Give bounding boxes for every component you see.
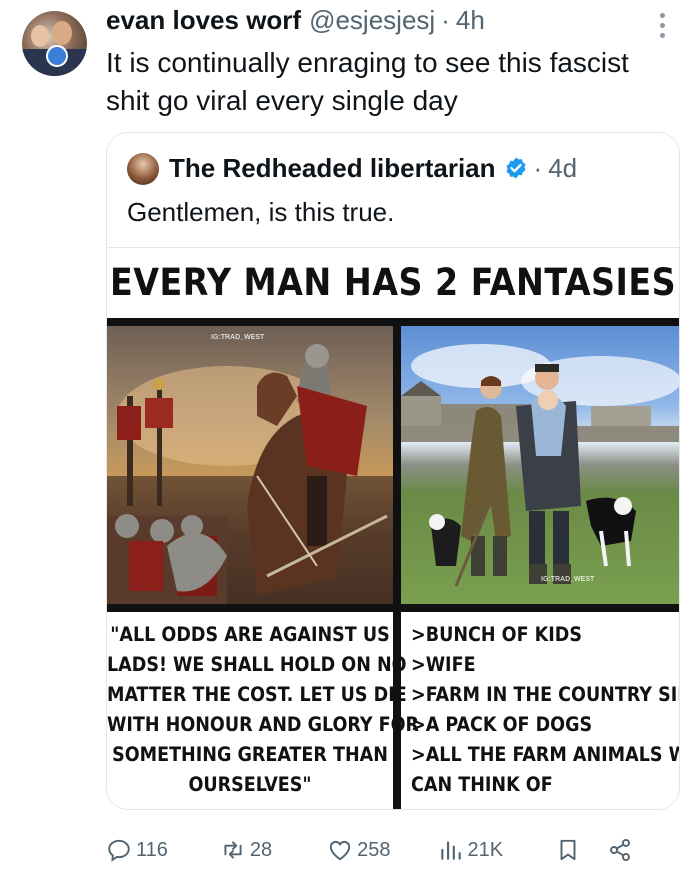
- tweet-text: It is continually enraging to see this f…: [106, 47, 629, 116]
- quoted-tweet-time[interactable]: 4d: [548, 153, 577, 184]
- caption-line: >A PACK OF DOGS: [411, 713, 593, 736]
- view-count: 21K: [467, 838, 504, 861]
- author-name[interactable]: evan loves worf: [106, 5, 301, 36]
- views-button[interactable]: 21K: [438, 837, 504, 863]
- tweet-time[interactable]: 4h: [456, 5, 485, 36]
- caption-line: >WIFE: [411, 653, 476, 676]
- farm-family-image: IG:TRAD_WEST: [401, 326, 679, 604]
- caption-line: OURSELVES": [188, 773, 312, 796]
- share-icon: [610, 838, 631, 862]
- more-dot: [659, 12, 665, 18]
- meme-image[interactable]: EVERY MAN HAS 2 FANTASIES IG:TRAD_WEST I…: [107, 247, 679, 809]
- more-dot: [659, 32, 665, 38]
- roman-battle-illustration: [107, 344, 393, 604]
- bookmark-icon: [560, 839, 576, 861]
- roman-battle-image: IG:TRAD_WEST: [107, 326, 393, 604]
- share-button[interactable]: [607, 837, 637, 863]
- quoted-tweet-text: Gentlemen, is this true.: [127, 197, 395, 227]
- left-caption: "ALL ODDS ARE AGAINST US LADS! WE SHALL …: [107, 620, 420, 800]
- action-bar: 116 28 258 21K: [106, 832, 666, 868]
- caption-line: >FARM IN THE COUNTRY SIDE: [411, 683, 680, 706]
- views-icon: [440, 841, 461, 860]
- like-button[interactable]: 258: [327, 837, 391, 863]
- meme-divider-middle: [107, 604, 679, 612]
- author-avatar[interactable]: [22, 11, 87, 76]
- caption-line: MATTER THE COST. LET US DIE: [107, 683, 407, 706]
- more-dot: [659, 22, 665, 28]
- avatar-face-left: [31, 25, 49, 47]
- caption-line: SOMETHING GREATER THAN: [112, 743, 388, 766]
- farm-family-photo: [401, 344, 679, 587]
- time-separator: ·: [533, 152, 543, 183]
- meme-title: EVERY MAN HAS 2 FANTASIES: [109, 261, 677, 304]
- repost-icon: [224, 841, 242, 859]
- right-caption: >BUNCH OF KIDS >WIFE >FARM IN THE COUNTR…: [411, 620, 679, 800]
- quoted-author-name[interactable]: The Redheaded libertarian: [169, 153, 496, 184]
- meme-divider-vertical: [393, 326, 401, 809]
- reply-count: 116: [136, 838, 168, 861]
- watermark: IG:TRAD_WEST: [211, 334, 265, 341]
- quoted-author-avatar[interactable]: [127, 153, 159, 185]
- meme-divider-top: [107, 318, 679, 326]
- tweet-header: evan loves worf @esjesjesj · 4h: [106, 4, 485, 36]
- repost-button[interactable]: 28: [220, 837, 272, 863]
- watermark: IG:TRAD_WEST: [541, 576, 595, 583]
- reply-button[interactable]: 116: [106, 837, 168, 863]
- avatar-face-right: [52, 21, 72, 45]
- quoted-tweet[interactable]: The Redheaded libertarian · 4d Gentlemen…: [106, 132, 680, 810]
- more-options-icon[interactable]: [652, 10, 672, 40]
- time-separator: ·: [441, 4, 450, 35]
- heart-icon: [329, 840, 351, 861]
- caption-line: >BUNCH OF KIDS: [411, 623, 582, 646]
- caption-line: WITH HONOUR AND GLORY FOR: [107, 713, 420, 736]
- verified-badge-icon: [506, 157, 526, 179]
- caption-line: >ALL THE FARM ANIMALS WE: [411, 743, 680, 766]
- quoted-tweet-header: The Redheaded libertarian · 4d: [169, 150, 577, 186]
- author-handle[interactable]: @esjesjesj: [309, 5, 435, 36]
- caption-line: LADS! WE SHALL HOLD ON NO: [107, 653, 407, 676]
- caption-line: CAN THINK OF: [411, 773, 553, 796]
- like-count: 258: [357, 838, 391, 861]
- caption-line: "ALL ODDS ARE AGAINST US: [110, 623, 390, 646]
- avatar-toy: [46, 45, 68, 67]
- reply-icon: [108, 839, 130, 862]
- bookmark-button[interactable]: [555, 837, 585, 863]
- repost-count: 28: [249, 838, 273, 861]
